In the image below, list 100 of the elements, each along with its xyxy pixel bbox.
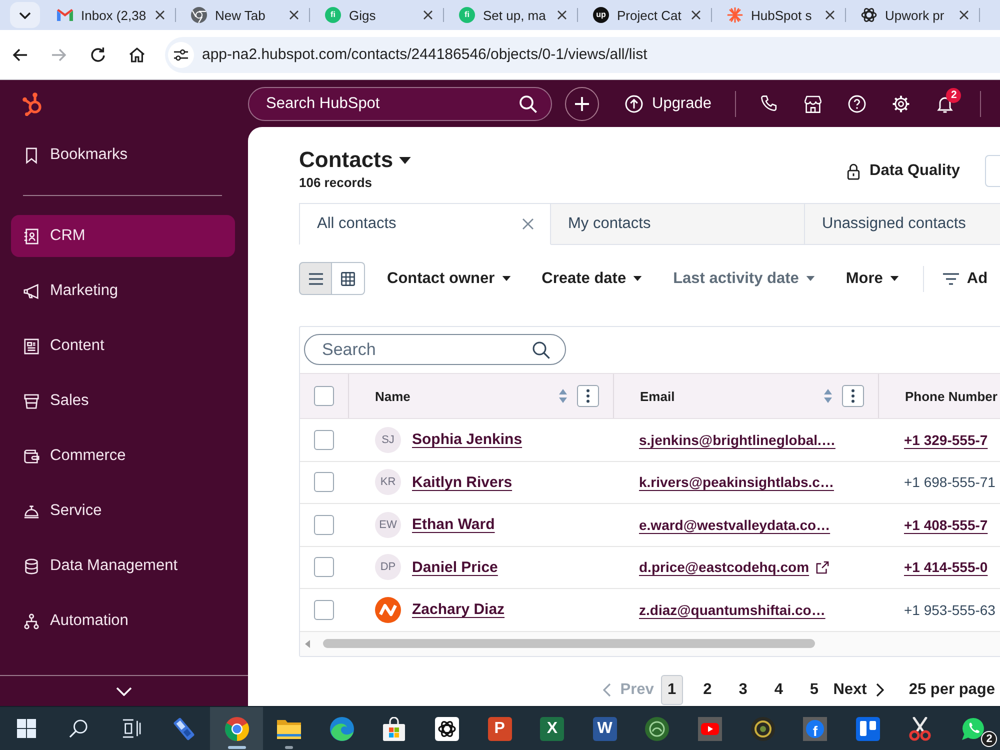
board-icon	[856, 716, 880, 740]
contact-name-link[interactable]: Daniel Price	[412, 558, 498, 576]
forward-arrow-icon	[50, 46, 66, 62]
select-all-checkbox[interactable]	[314, 386, 334, 406]
sidebar-item[interactable]: Commerce	[11, 435, 235, 477]
sidebar-item[interactable]: CRM	[11, 215, 235, 257]
tab-search-button[interactable]	[10, 2, 40, 28]
url-text: app-na2.hubspot.com/contacts/244186546/objects/0-1/views/all/list	[202, 46, 648, 63]
sidebar-item[interactable]: Marketing	[11, 270, 235, 312]
column-header[interactable]: Phone Number	[905, 388, 998, 404]
view-tab[interactable]: All contacts	[299, 203, 551, 245]
phone-link[interactable]: +1 414-555-0	[904, 559, 988, 576]
row-checkbox[interactable]	[314, 514, 334, 535]
page-button[interactable]: 2	[696, 674, 718, 704]
list-icon	[308, 272, 322, 286]
filters-button[interactable]: Ad	[942, 270, 988, 288]
browser-tab[interactable]: HubSpot s	[712, 0, 846, 30]
avatar: KR	[375, 469, 401, 496]
filter-dropdown[interactable]: Create date	[542, 270, 642, 288]
column-menu-button[interactable]	[577, 385, 599, 407]
per-page-dropdown[interactable]: 25 per page	[908, 674, 995, 704]
browser-tab[interactable]: Inbox (2,38	[42, 0, 176, 30]
contact-name-link[interactable]: Sophia Jenkins	[412, 431, 522, 448]
sidebar-item[interactable]: Sales	[11, 380, 235, 422]
filter-dropdown[interactable]: More	[846, 270, 899, 288]
address-bar[interactable]: app-na2.hubspot.com/contacts/244186546/objects/0-1/views/all/list	[165, 36, 1000, 72]
view-tab[interactable]: Unassigned contacts	[805, 203, 1000, 245]
contact-name-link[interactable]: Kaitlyn Rivers	[412, 474, 512, 491]
taskbar-button[interactable]: P	[473, 707, 526, 750]
chat-phone-icon	[960, 716, 985, 740]
taskbar-button[interactable]: X	[526, 707, 579, 750]
data-quality-button[interactable]: Data Quality	[846, 162, 960, 180]
row-checkbox[interactable]	[314, 472, 334, 492]
running-indicator	[285, 746, 294, 749]
taskbar-button[interactable]: 2	[946, 707, 1000, 750]
browser-tab[interactable]: New Tab	[176, 0, 310, 30]
sidebar-item[interactable]: Automation	[11, 600, 235, 642]
phone-link[interactable]: +1 408-555-7	[904, 516, 988, 533]
sidebar-item[interactable]: Service	[11, 490, 235, 532]
column-header[interactable]: Name	[375, 388, 559, 404]
chevron-left-icon	[603, 682, 612, 696]
taskbar-button[interactable]: f	[788, 707, 842, 750]
contact-name-link[interactable]: Ethan Ward	[412, 516, 495, 534]
contact-name-link[interactable]: Zachary Diaz	[412, 601, 505, 618]
object-title-dropdown[interactable]: Contacts	[299, 147, 412, 173]
browser-tab[interactable]: up Project Cat	[578, 0, 712, 30]
store-icon	[804, 94, 822, 112]
close-icon	[825, 10, 835, 20]
phone-number: +1 698-555-71	[904, 474, 996, 490]
document-icon	[23, 338, 40, 354]
email-link[interactable]: e.ward@westvalleydata.co…	[639, 516, 830, 533]
table-search-field[interactable]: Search	[304, 334, 566, 365]
page-button[interactable]: 1	[660, 674, 683, 704]
close-view-button[interactable]	[520, 216, 536, 232]
row-checkbox[interactable]	[314, 600, 334, 620]
sort-icon[interactable]	[559, 389, 567, 403]
email-link[interactable]: d.price@eastcodehq.com	[639, 559, 830, 576]
filter-dropdown[interactable]: Contact owner	[387, 270, 511, 288]
site-info-button[interactable]	[168, 42, 194, 68]
spreadsheet-app-icon: X	[540, 716, 564, 740]
search-field[interactable]: Search HubSpot	[248, 86, 552, 120]
sprocket-logo-icon[interactable]	[22, 92, 44, 116]
taskbar-button[interactable]: W	[578, 707, 632, 750]
zigzag-logo-icon	[375, 596, 401, 623]
email-link[interactable]: k.rivers@peakinsightlabs.c…	[639, 474, 834, 490]
browser-tab[interactable]: fi Gigs	[310, 0, 444, 30]
browser-tab[interactable]: fi Set up, ma	[444, 0, 578, 30]
sidebar-item[interactable]: Content	[11, 325, 235, 367]
view-tab[interactable]: My contacts	[551, 203, 805, 245]
external-link-icon[interactable]	[816, 560, 830, 574]
phone-link[interactable]: +1 329-555-7	[904, 432, 988, 448]
column-menu-button[interactable]	[842, 385, 864, 407]
add-button[interactable]	[565, 86, 599, 120]
email-link[interactable]: s.jenkins@brightlineglobal.…	[639, 432, 836, 448]
bookmarks-item[interactable]: Bookmarks	[11, 134, 235, 176]
grid-view-button[interactable]	[332, 262, 365, 295]
page-button[interactable]: 3	[732, 674, 754, 704]
row-checkbox[interactable]	[314, 557, 334, 578]
page-button[interactable]: 4	[768, 674, 790, 704]
next-button[interactable]: Next	[833, 674, 884, 704]
filter-dropdown[interactable]: Last activity date	[673, 270, 815, 288]
row-checkbox[interactable]	[314, 430, 334, 450]
page-button[interactable]: 5	[803, 674, 826, 704]
folder-icon	[277, 718, 302, 738]
scrollbar-thumb[interactable]	[323, 639, 815, 648]
notifications-button[interactable]: 2	[928, 86, 962, 120]
start-icon	[16, 719, 36, 738]
email-link[interactable]: z.diaz@quantumshiftai.co…	[639, 602, 826, 618]
task-view-icon	[122, 719, 141, 738]
upgrade-button[interactable]: Upgrade	[625, 88, 712, 118]
social-app-icon: f	[803, 716, 828, 740]
close-icon	[557, 10, 567, 20]
help-icon	[848, 94, 866, 112]
column-header[interactable]: Email	[640, 388, 824, 404]
presentation-app-icon: P	[488, 716, 512, 740]
sidebar-item[interactable]: Data Management	[11, 545, 235, 587]
sort-icon[interactable]	[824, 389, 832, 403]
taskbar-button[interactable]	[210, 707, 263, 750]
browser-tab[interactable]: Upwork pr	[846, 0, 980, 30]
list-view-button[interactable]	[299, 262, 332, 295]
